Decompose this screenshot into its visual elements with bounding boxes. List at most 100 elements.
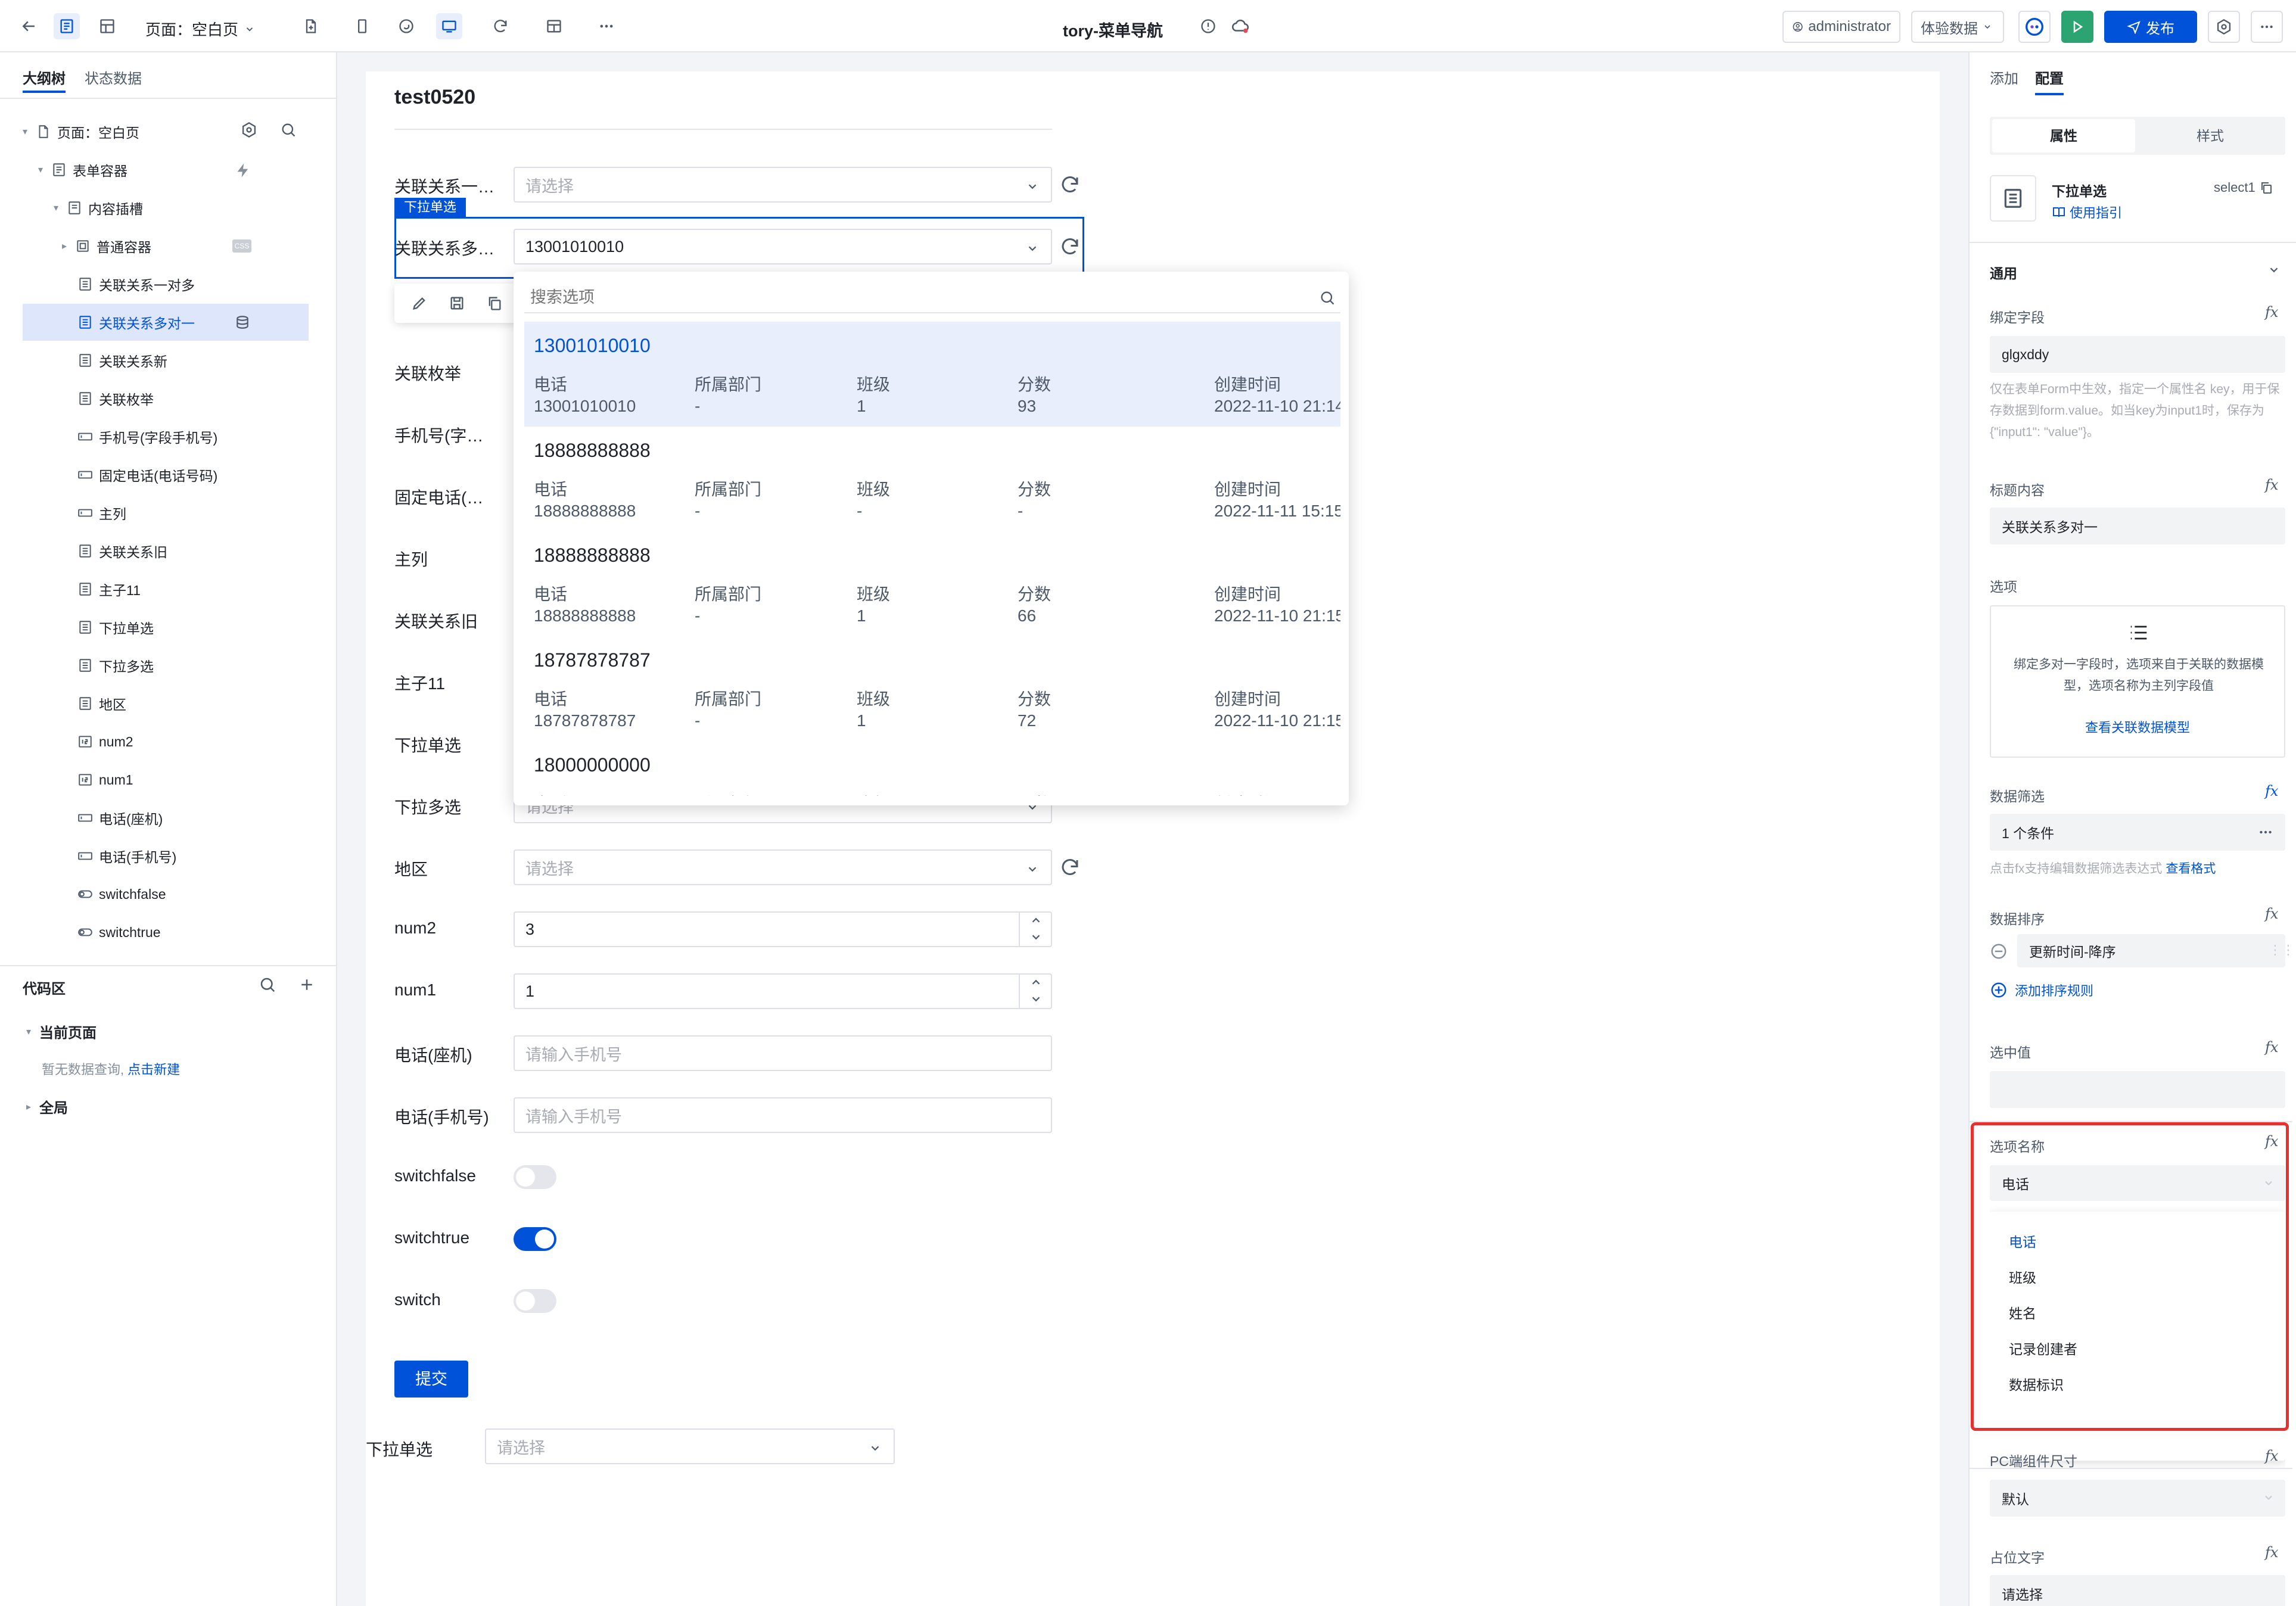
region-select[interactable]: 请选择 — [514, 849, 1052, 885]
tab-config[interactable]: 配置 — [2035, 67, 2064, 88]
more-icon[interactable] — [593, 13, 620, 39]
fx-icon[interactable]: fx — [2265, 1544, 2278, 1561]
add-icon[interactable] — [298, 976, 316, 994]
option-name-item[interactable]: 姓名 — [2009, 1302, 2036, 1322]
fx-icon[interactable]: fx — [2265, 477, 2278, 493]
option-name-item[interactable]: 班级 — [2009, 1266, 2036, 1287]
caret-right-icon[interactable]: ▸ — [62, 240, 75, 252]
tree-item[interactable]: ▾ 内容插槽 — [23, 189, 309, 226]
tree-item[interactable]: ▾ 表单容器 — [23, 151, 309, 188]
tree-item[interactable]: 固定电话(电话号码) — [23, 456, 309, 493]
view-format-link[interactable]: 查看格式 — [2166, 862, 2216, 876]
option-name-item[interactable]: 电话 — [2009, 1231, 2036, 1251]
phone-mobile-input[interactable]: 请输入手机号 — [514, 1097, 1052, 1133]
pc-size-select[interactable]: 默认 — [1990, 1480, 2285, 1517]
tab-state-data[interactable]: 状态数据 — [85, 67, 142, 88]
relation-one-many-select[interactable]: 请选择 — [514, 167, 1052, 203]
selected-value-input[interactable] — [1990, 1071, 2285, 1108]
info-icon[interactable] — [1195, 13, 1221, 39]
extra-select[interactable]: 请选择 — [485, 1428, 895, 1464]
search-icon[interactable] — [1319, 290, 1336, 306]
outline-view-icon[interactable] — [54, 13, 80, 39]
num2-input[interactable]: 3 — [514, 911, 1052, 947]
tree-item[interactable]: 关联枚举 — [23, 380, 309, 417]
user-button[interactable]: administrator — [1782, 11, 1900, 43]
lightning-icon[interactable] — [235, 162, 251, 179]
tree-item[interactable]: 主列 — [23, 494, 309, 531]
copy-icon[interactable] — [486, 295, 503, 312]
option-name-item[interactable]: 数据标识 — [2009, 1374, 2064, 1394]
chevron-down-icon[interactable] — [1029, 992, 1043, 1006]
new-page-icon[interactable] — [298, 13, 324, 39]
tree-item[interactable]: 关联关系多对一 — [23, 304, 309, 341]
create-query-link[interactable]: 点击新建 — [127, 1062, 180, 1077]
global-group[interactable]: ▸ 全局 — [26, 1096, 68, 1117]
fx-icon[interactable]: fx — [2265, 905, 2278, 922]
subtab-styles[interactable]: 样式 — [2138, 119, 2283, 152]
tab-outline[interactable]: 大纲树 — [23, 67, 66, 88]
tree-item[interactable]: 地区 — [23, 685, 309, 722]
mock-data-select[interactable]: 体验数据 — [1911, 11, 2004, 43]
refresh-icon[interactable] — [487, 13, 514, 39]
settings-button[interactable] — [2208, 11, 2240, 43]
drag-handle-icon[interactable]: ⋮⋮ — [2269, 942, 2295, 958]
tree-item[interactable]: 电话(座机) — [23, 799, 309, 836]
chevron-down-icon[interactable] — [2267, 263, 2281, 276]
caret-down-icon[interactable]: ▾ — [38, 164, 51, 176]
publish-button[interactable]: 发布 — [2104, 11, 2197, 43]
placeholder-text-input[interactable]: 请选择 — [1990, 1575, 2285, 1606]
tree-item[interactable]: switchfalse — [23, 876, 309, 913]
template-icon[interactable] — [541, 13, 567, 39]
mobile-view-icon[interactable] — [349, 13, 375, 39]
tree-item[interactable]: ▸ 普通容器 — [23, 228, 309, 264]
current-page-group[interactable]: ▾ 当前页面 — [26, 1021, 97, 1042]
layout-view-icon[interactable] — [94, 13, 120, 39]
tree-item[interactable]: 主子11 — [23, 571, 309, 608]
dropdown-option[interactable]: 13001010010 电话 13001010010 所属部门 - 班级 1 分数 93 创建时间… — [524, 322, 1340, 427]
search-icon[interactable] — [280, 122, 297, 138]
num1-stepper[interactable] — [1019, 975, 1051, 1008]
tree-item[interactable]: switchtrue — [23, 914, 309, 951]
tree-item[interactable]: num2 — [23, 723, 309, 760]
usage-guide-link[interactable]: 使用指引 — [2052, 203, 2122, 222]
switch-toggle[interactable] — [514, 1289, 556, 1313]
remove-circle-icon[interactable] — [1990, 942, 2008, 960]
ai-assistant-button[interactable] — [2018, 11, 2051, 43]
tree-item[interactable]: 下拉多选 — [23, 647, 309, 684]
dropdown-option[interactable]: 18000000000 电话 所属部门 班级 分数 创建时间 — [524, 741, 1340, 796]
view-model-link[interactable]: 查看关联数据模型 — [1991, 717, 2284, 736]
chevron-up-icon[interactable] — [1029, 914, 1043, 927]
database-icon[interactable] — [235, 315, 250, 330]
bind-field-input[interactable]: glgxddy — [1990, 336, 2285, 373]
switchfalse-toggle[interactable] — [514, 1165, 556, 1189]
tree-item[interactable]: 下拉单选 — [23, 609, 309, 646]
tree-item[interactable]: num1 — [23, 761, 309, 798]
phone-landline-input[interactable]: 请输入手机号 — [514, 1035, 1052, 1071]
cloud-sync-icon[interactable] — [1227, 13, 1253, 39]
relation-many-one-select[interactable]: 13001010010 — [514, 229, 1052, 264]
data-filter-input[interactable]: 1 个条件 — [1990, 814, 2285, 851]
subtab-properties[interactable]: 属性 — [1992, 119, 2135, 152]
fx-icon[interactable]: fx — [2265, 1448, 2278, 1464]
submit-button[interactable]: 提交 — [394, 1361, 468, 1398]
fx-icon[interactable]: fx — [2265, 1039, 2278, 1056]
chevron-down-icon[interactable] — [1029, 930, 1043, 944]
num2-stepper[interactable] — [1019, 913, 1051, 946]
edit-icon[interactable] — [411, 295, 428, 312]
more-menu-button[interactable] — [2251, 11, 2283, 43]
sort-rule-field[interactable]: 更新时间-降序 ⋮⋮ — [2017, 934, 2295, 967]
tab-add[interactable]: 添加 — [1990, 67, 2018, 88]
page-settings-icon[interactable] — [241, 122, 257, 138]
fx-icon[interactable]: fx — [2265, 304, 2278, 320]
title-content-input[interactable]: 关联关系多对一 — [1990, 508, 2285, 544]
chevron-up-icon[interactable] — [1029, 976, 1043, 989]
back-arrow-icon[interactable] — [15, 13, 42, 39]
desktop-view-icon[interactable] — [436, 13, 462, 39]
search-icon[interactable] — [259, 976, 276, 994]
miniprogram-view-icon[interactable] — [393, 13, 419, 39]
fx-icon[interactable]: fx — [2265, 783, 2278, 799]
option-name-item[interactable]: 记录创建者 — [2009, 1338, 2077, 1358]
tree-item[interactable]: 关联关系一对多 — [23, 266, 309, 303]
section-general[interactable]: 通用 — [1990, 262, 2017, 282]
dropdown-option[interactable]: 18888888888 电话 18888888888 所属部门 - 班级 1 分数 66 创建时间… — [524, 531, 1340, 636]
